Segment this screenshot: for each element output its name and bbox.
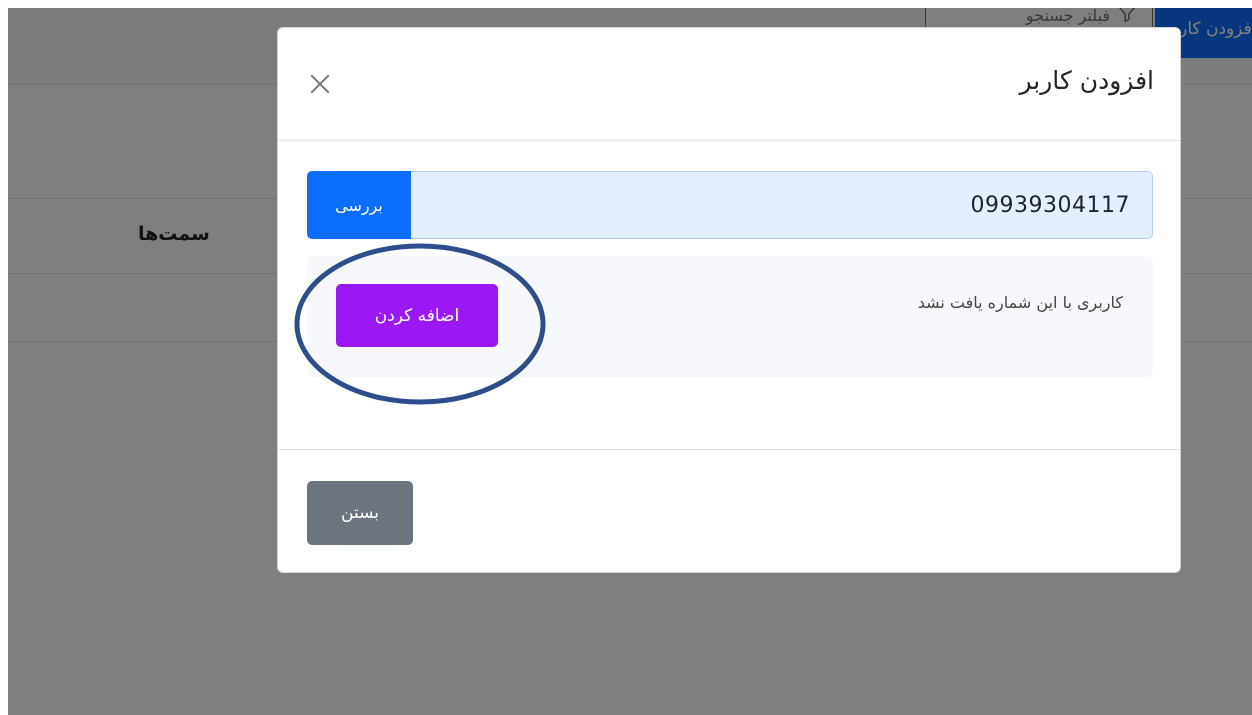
check-button[interactable]: بررسی xyxy=(307,171,411,239)
close-button[interactable]: بستن xyxy=(307,481,413,545)
frame-edge-top xyxy=(0,0,1252,8)
modal-footer: بستن xyxy=(278,449,1180,572)
search-result-box: کاربری با این شماره یافت نشد اضافه کردن xyxy=(307,256,1153,377)
modal-header: افزودن کاربر xyxy=(278,28,1180,141)
modal-body: بررسی کاربری با این شماره یافت نشد اضافه… xyxy=(278,142,1180,449)
frame-edge-left xyxy=(0,0,8,715)
add-button[interactable]: اضافه کردن xyxy=(336,284,498,347)
not-found-message: کاربری با این شماره یافت نشد xyxy=(917,293,1123,312)
phone-input[interactable] xyxy=(411,171,1153,239)
close-icon[interactable] xyxy=(306,70,336,100)
add-user-modal: افزودن کاربر بررسی کاربری با این شماره ی… xyxy=(277,27,1181,573)
modal-title: افزودن کاربر xyxy=(1019,66,1154,95)
phone-input-group: بررسی xyxy=(307,171,1153,239)
